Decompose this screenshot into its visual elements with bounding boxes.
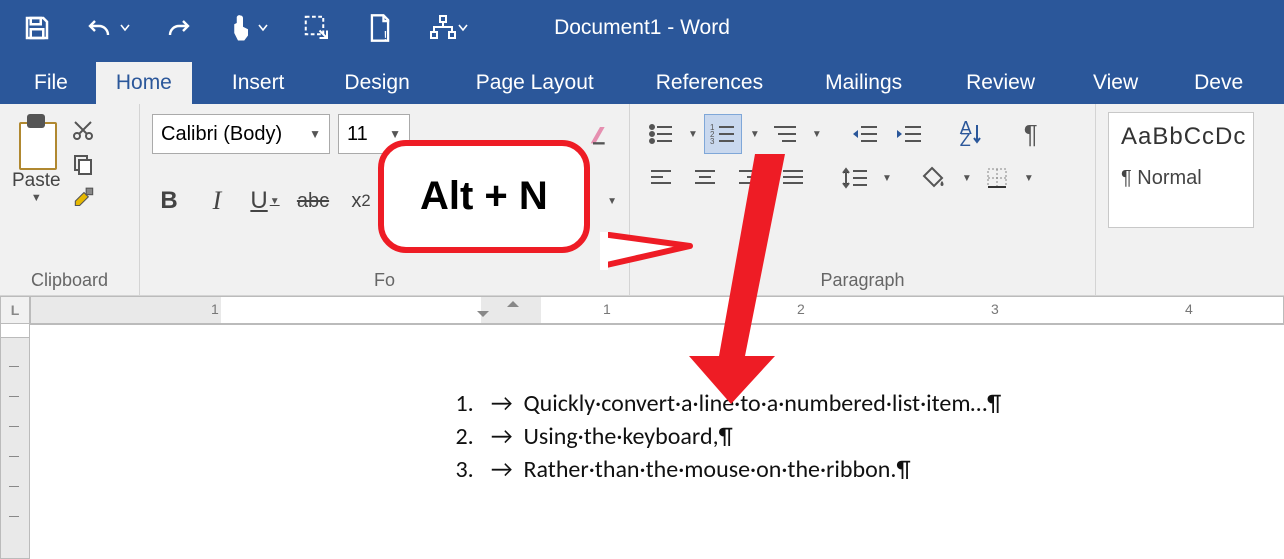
cut-icon[interactable] bbox=[71, 118, 97, 142]
tab-references[interactable]: References bbox=[636, 62, 783, 104]
tab-arrow-icon: → bbox=[491, 422, 518, 451]
chevron-down-icon[interactable]: ▼ bbox=[962, 173, 972, 184]
title-bar: ! Document1 - Word bbox=[0, 0, 1284, 56]
font-size-value: 11 bbox=[347, 123, 368, 146]
tab-arrow-icon: → bbox=[491, 455, 518, 484]
align-left-button[interactable] bbox=[642, 158, 680, 198]
font-name-combo[interactable]: Calibri (Body)▼ bbox=[152, 114, 330, 154]
strikethrough-button[interactable]: abc bbox=[296, 181, 330, 221]
new-doc-icon[interactable]: ! bbox=[366, 13, 394, 43]
shortcut-callout: Alt + N bbox=[378, 140, 590, 253]
indent-marker-icon[interactable] bbox=[507, 295, 519, 307]
bold-button[interactable]: B bbox=[152, 181, 186, 221]
style-normal[interactable]: AaBbCcDc ¶ Normal bbox=[1108, 112, 1254, 228]
tab-developer[interactable]: Deve bbox=[1174, 62, 1263, 104]
tab-page-layout[interactable]: Page Layout bbox=[456, 62, 614, 104]
svg-text:!: ! bbox=[383, 28, 387, 43]
borders-button[interactable] bbox=[978, 158, 1016, 198]
chevron-down-icon[interactable]: ▼ bbox=[882, 173, 892, 184]
tab-design[interactable]: Design bbox=[324, 62, 429, 104]
increase-indent-button[interactable] bbox=[890, 114, 928, 154]
ruler-number: 4 bbox=[1185, 301, 1193, 317]
paste-icon bbox=[13, 112, 59, 168]
format-painter-icon[interactable] bbox=[71, 186, 97, 210]
list-item: 3. → Rather·than·the·mouse·on·the·ribbon… bbox=[220, 455, 1284, 484]
pointer-arrow-icon bbox=[689, 148, 809, 408]
quick-access-toolbar: ! bbox=[0, 13, 468, 43]
list-item: 2. → Using·the·keyboard,¶ bbox=[220, 422, 1284, 451]
copy-icon[interactable] bbox=[71, 152, 97, 176]
hierarchy-icon[interactable] bbox=[428, 14, 468, 42]
sort-button[interactable]: AZ bbox=[952, 114, 990, 154]
save-icon[interactable] bbox=[22, 13, 52, 43]
tab-home[interactable]: Home bbox=[96, 62, 192, 104]
list-number: 2. bbox=[455, 422, 485, 451]
tab-insert[interactable]: Insert bbox=[212, 62, 305, 104]
undo-icon[interactable] bbox=[86, 15, 130, 41]
callout-tail-icon bbox=[600, 232, 700, 292]
svg-text:3: 3 bbox=[710, 137, 715, 145]
subscript-button[interactable]: x2 bbox=[344, 181, 378, 221]
chevron-down-icon[interactable]: ▼ bbox=[607, 196, 617, 207]
paste-button[interactable]: Paste ▼ bbox=[12, 112, 61, 210]
list-text: Rather·than·the·mouse·on·the·ribbon.¶ bbox=[523, 455, 910, 484]
tab-stop-type[interactable]: L bbox=[0, 296, 30, 324]
group-label-clipboard: Clipboard bbox=[12, 270, 127, 293]
clear-formatting-icon[interactable] bbox=[583, 114, 617, 154]
group-styles: AaBbCcDc ¶ Normal bbox=[1096, 104, 1266, 295]
paste-label: Paste bbox=[12, 170, 61, 192]
horizontal-ruler[interactable]: 1 1 2 3 4 bbox=[30, 296, 1284, 324]
chevron-down-icon[interactable]: ▼ bbox=[12, 192, 61, 204]
italic-button[interactable]: I bbox=[200, 181, 234, 221]
vertical-ruler[interactable] bbox=[0, 324, 30, 559]
group-clipboard: Paste ▼ bbox=[0, 104, 140, 295]
page-margin bbox=[30, 324, 220, 559]
callout-text: Alt + N bbox=[420, 174, 548, 218]
ruler-row: L 1 1 2 3 4 bbox=[0, 296, 1284, 324]
ribbon-tabs: File Home Insert Design Page Layout Refe… bbox=[0, 56, 1284, 104]
underline-button[interactable]: U▼ bbox=[248, 181, 282, 221]
chevron-down-icon[interactable]: ▼ bbox=[1024, 173, 1034, 184]
list-number: 1. bbox=[455, 389, 485, 418]
touch-mode-icon[interactable] bbox=[228, 13, 268, 43]
tab-file[interactable]: File bbox=[24, 62, 96, 104]
show-marks-button[interactable]: ¶ bbox=[1012, 114, 1050, 154]
ruler-number: 1 bbox=[603, 301, 611, 317]
ruler-number: 1 bbox=[211, 301, 219, 317]
ruler-number: 3 bbox=[991, 301, 999, 317]
style-name: ¶ Normal bbox=[1121, 167, 1241, 190]
document-area: 1. → Quickly·convert·a·line·to·a·numbere… bbox=[0, 324, 1284, 559]
list-text: Using·the·keyboard,¶ bbox=[523, 422, 732, 451]
chevron-down-icon[interactable]: ▼ bbox=[688, 129, 698, 140]
indent-marker-icon[interactable] bbox=[477, 311, 489, 323]
font-name-value: Calibri (Body) bbox=[161, 123, 282, 146]
tab-review[interactable]: Review bbox=[946, 62, 1055, 104]
group-label-font: Fo bbox=[152, 270, 617, 293]
tab-arrow-icon: → bbox=[491, 389, 518, 418]
line-spacing-button[interactable] bbox=[836, 158, 874, 198]
style-sample: AaBbCcDc bbox=[1121, 123, 1241, 151]
bullets-button[interactable] bbox=[642, 114, 680, 154]
shading-button[interactable] bbox=[916, 158, 954, 198]
tab-view[interactable]: View bbox=[1073, 62, 1158, 104]
redo-icon[interactable] bbox=[164, 15, 194, 41]
list-number: 3. bbox=[455, 455, 485, 484]
decrease-indent-button[interactable] bbox=[846, 114, 884, 154]
selection-icon[interactable] bbox=[302, 13, 332, 43]
chevron-down-icon[interactable]: ▼ bbox=[812, 129, 822, 140]
group-label-styles bbox=[1108, 270, 1254, 293]
tab-mailings[interactable]: Mailings bbox=[805, 62, 922, 104]
chevron-down-icon[interactable]: ▼ bbox=[750, 129, 760, 140]
